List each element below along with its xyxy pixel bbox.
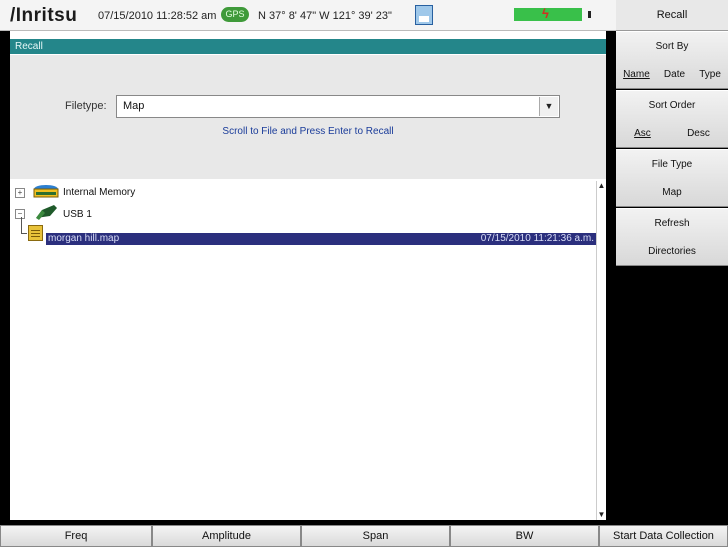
panel-title: Recall (10, 39, 606, 54)
status-bar: /Inritsu 07/15/2010 11:28:52 am GPS N 37… (0, 0, 616, 31)
file-icon (28, 225, 43, 241)
span-button[interactable]: Span (301, 525, 450, 547)
file-type-button[interactable]: File Type Map (616, 149, 728, 207)
tree-item-internal-memory[interactable]: Internal Memory (63, 187, 135, 198)
filetype-section: Filetype: Map ▼ Scroll to File and Press… (10, 55, 606, 179)
sort-date-option: Date (663, 69, 686, 80)
memory-drive-icon (33, 185, 59, 198)
file-type-value: Map (662, 187, 682, 198)
scroll-up-icon[interactable]: ▲ (597, 181, 606, 191)
start-data-collection-button[interactable]: Start Data Collection (599, 525, 728, 547)
filetype-label: Filetype: (65, 100, 107, 112)
freq-button[interactable]: Freq (0, 525, 152, 547)
tree-connector (21, 217, 27, 234)
order-desc-option: Desc (687, 128, 710, 139)
directories-label: Directories (648, 246, 696, 257)
file-name: morgan hill.map (48, 233, 120, 244)
file-row-selected[interactable]: morgan hill.map 07/15/2010 11:21:36 a.m. (46, 233, 596, 245)
softkey-menu: Recall Sort By Name Date Type Sort Order… (616, 0, 728, 520)
filetype-value: Map (123, 100, 145, 112)
file-date: 07/15/2010 11:21:36 a.m. (480, 233, 594, 244)
sort-by-label: Sort By (655, 41, 689, 52)
order-asc-option: Asc (634, 128, 651, 139)
battery-icon: ϟ (514, 6, 582, 21)
file-tree: + Internal Memory − USB 1 morgan hill.ma… (10, 181, 596, 520)
usb-drive-icon (36, 205, 57, 220)
sort-by-button[interactable]: Sort By Name Date Type (616, 31, 728, 89)
file-type-label: File Type (651, 159, 693, 170)
battery-tip (588, 11, 591, 18)
refresh-directories-button[interactable]: Refresh Directories (616, 208, 728, 266)
brand-logo: /Inritsu (10, 5, 78, 26)
instruction-text: Scroll to File and Press Enter to Recall (222, 126, 394, 137)
sort-name-option: Name (623, 69, 650, 80)
charging-icon: ϟ (542, 6, 549, 21)
scrollbar[interactable]: ▲ ▼ (596, 181, 606, 520)
filetype-dropdown[interactable]: Map ▼ (116, 95, 560, 118)
gps-coordinates: N 37° 8' 47" W 121° 39' 23" (258, 10, 392, 22)
function-bar: Freq Amplitude Span BW Start Data Collec… (0, 520, 728, 547)
menu-title: Recall (616, 0, 728, 31)
expand-icon[interactable]: + (15, 188, 25, 198)
recall-panel: Recall Filetype: Map ▼ Scroll to File an… (10, 31, 606, 520)
tree-item-usb[interactable]: USB 1 (63, 209, 92, 220)
dropdown-arrow-icon[interactable]: ▼ (539, 97, 558, 116)
bw-button[interactable]: BW (450, 525, 599, 547)
date-time: 07/15/2010 11:28:52 am (98, 10, 217, 22)
refresh-label: Refresh (654, 218, 690, 229)
save-disk-icon (415, 5, 433, 25)
amplitude-button[interactable]: Amplitude (152, 525, 301, 547)
gps-icon: GPS (221, 7, 249, 22)
sort-order-button[interactable]: Sort Order Asc Desc (616, 90, 728, 148)
sort-order-label: Sort Order (648, 100, 696, 111)
sort-type-option: Type (699, 69, 721, 80)
scroll-down-icon[interactable]: ▼ (597, 510, 606, 520)
